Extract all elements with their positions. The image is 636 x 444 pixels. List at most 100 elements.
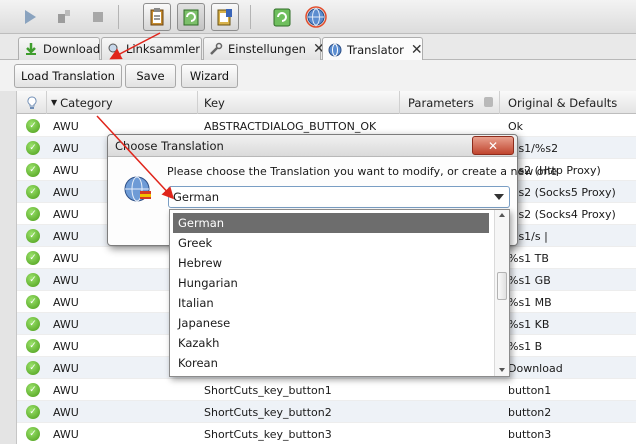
status-ok-icon: ✓ [26,295,40,309]
status-ok-icon: ✓ [26,427,40,441]
scroll-up-icon[interactable] [499,213,505,217]
status-ok-icon: ✓ [26,185,40,199]
sort-desc-icon: ▼ [51,98,58,107]
dialog-close-button[interactable]: ✕ [472,136,514,155]
dropdown-option[interactable]: Japanese [173,313,489,333]
cell-category: AWU [53,207,79,221]
dropdown-option[interactable]: Kazakh [173,333,489,353]
cell-category: AWU [53,251,79,265]
dropdown-option[interactable]: Italian [173,293,489,313]
translator-action-bar: Load Translation Save Wizard [0,60,636,91]
scroll-down-icon[interactable] [499,368,505,372]
reconnect-globe-icon[interactable] [302,3,330,31]
translation-combobox[interactable]: German [168,186,510,208]
status-ok-icon: ✓ [26,163,40,177]
cell-category: AWU [53,119,79,133]
cell-category: AWU [53,273,79,287]
cell-category: AWU [53,317,79,331]
dropdown-scrollbar[interactable] [494,210,509,376]
combobox-value: German [173,190,220,204]
cell-original: %s1 B [508,339,543,353]
status-ok-icon: ✓ [26,251,40,265]
status-ok-icon: ✓ [26,207,40,221]
cell-category: AWU [53,427,79,441]
dialog-message: Please choose the Translation you want t… [167,165,558,178]
cell-key: ShortCuts_key_button1 [204,383,332,397]
scroll-thumb[interactable] [497,272,507,300]
status-ok-icon: ✓ [26,361,40,375]
cell-category: AWU [53,295,79,309]
download-arrow-icon [24,41,38,57]
table-row[interactable]: ✓ AWU ShortCuts_key_button3 button3 [17,423,636,444]
auto-reconnect-icon[interactable] [177,3,205,31]
cell-original: %s1 GB [508,273,551,287]
tab-download[interactable]: Download [18,37,100,60]
tab-translator[interactable]: Translator ✕ [322,37,423,61]
clipboard-monitor-icon[interactable] [143,3,171,31]
cell-original: %s1 MB [508,295,552,309]
cell-original: %s1 TB [508,251,549,265]
cell-category: AWU [53,229,79,243]
wizard-button[interactable]: Wizard [181,64,238,88]
cell-category: AWU [53,383,79,397]
cell-original: button3 [508,427,552,441]
update-icon[interactable] [268,3,296,31]
left-gutter [0,91,16,444]
dropdown-option[interactable]: Hebrew [173,253,489,273]
status-ok-icon: ✓ [26,339,40,353]
globe-icon [328,42,342,58]
table-header: ▼ Category Key Parameters Original & Def… [17,91,636,114]
table-row[interactable]: ✓ AWU ShortCuts_key_button1 button1 [17,379,636,401]
tab-label: Translator [347,42,404,57]
tab-bar: Download Linksammler Einstellungen ✕ Tra… [0,34,636,61]
lock-icon [484,97,493,107]
column-header-original[interactable]: Original & Defaults [500,91,636,114]
table-row[interactable]: ✓ AWU ShortCuts_key_button2 button2 [17,401,636,423]
dropdown-option[interactable]: German [173,213,489,233]
close-tab-translator-icon[interactable]: ✕ [411,42,423,58]
cell-original: %s1 KB [508,317,550,331]
translation-dropdown-list: German Greek Hebrew Hungarian Italian Japanes… [169,209,510,377]
start-downloads-icon[interactable] [16,3,44,31]
status-ok-icon: ✓ [26,119,40,133]
dropdown-option[interactable]: Korean [173,353,489,373]
premium-toggle-icon[interactable] [211,3,239,31]
cell-original: button1 [508,383,552,397]
cell-category: AWU [53,163,79,177]
pause-downloads-icon[interactable] [50,3,78,31]
cell-original: %s2 (Socks4 Proxy) [508,207,616,221]
tab-linksammler[interactable]: Linksammler [101,37,202,60]
translation-globe-icon [123,175,153,205]
cell-key: ShortCuts_key_button3 [204,427,332,441]
status-ok-icon: ✓ [26,273,40,287]
main-toolbar [0,0,636,34]
save-button[interactable]: Save [125,64,176,88]
wrench-icon [209,41,223,57]
load-translation-button[interactable]: Load Translation [14,64,122,88]
cell-category: AWU [53,405,79,419]
cell-category: AWU [53,339,79,353]
cell-original: Download [508,361,563,375]
cell-key: ShortCuts_key_button2 [204,405,332,419]
status-ok-icon: ✓ [26,383,40,397]
status-ok-icon: ✓ [26,405,40,419]
tab-label: Linksammler [126,42,200,56]
tab-label: Download [43,42,101,56]
status-column-icon[interactable] [17,91,47,114]
stop-downloads-icon[interactable] [84,3,112,31]
tab-label: Einstellungen [228,42,306,56]
linkgrabber-icon [107,41,121,57]
status-ok-icon: ✓ [26,229,40,243]
column-header-category[interactable]: ▼ Category [47,91,198,114]
cell-category: AWU [53,141,79,155]
cell-original: %s2 (Socks5 Proxy) [508,185,616,199]
column-header-parameters[interactable]: Parameters [400,91,500,114]
dialog-title-bar: Choose Translation ✕ [108,135,517,157]
tab-einstellungen[interactable]: Einstellungen ✕ [203,37,325,60]
dropdown-option[interactable]: Hungarian [173,273,489,293]
column-header-key[interactable]: Key [198,91,400,114]
status-ok-icon: ✓ [26,317,40,331]
dropdown-option[interactable]: Greek [173,233,489,253]
dropdown-arrow-icon[interactable] [494,194,504,200]
status-ok-icon: ✓ [26,141,40,155]
